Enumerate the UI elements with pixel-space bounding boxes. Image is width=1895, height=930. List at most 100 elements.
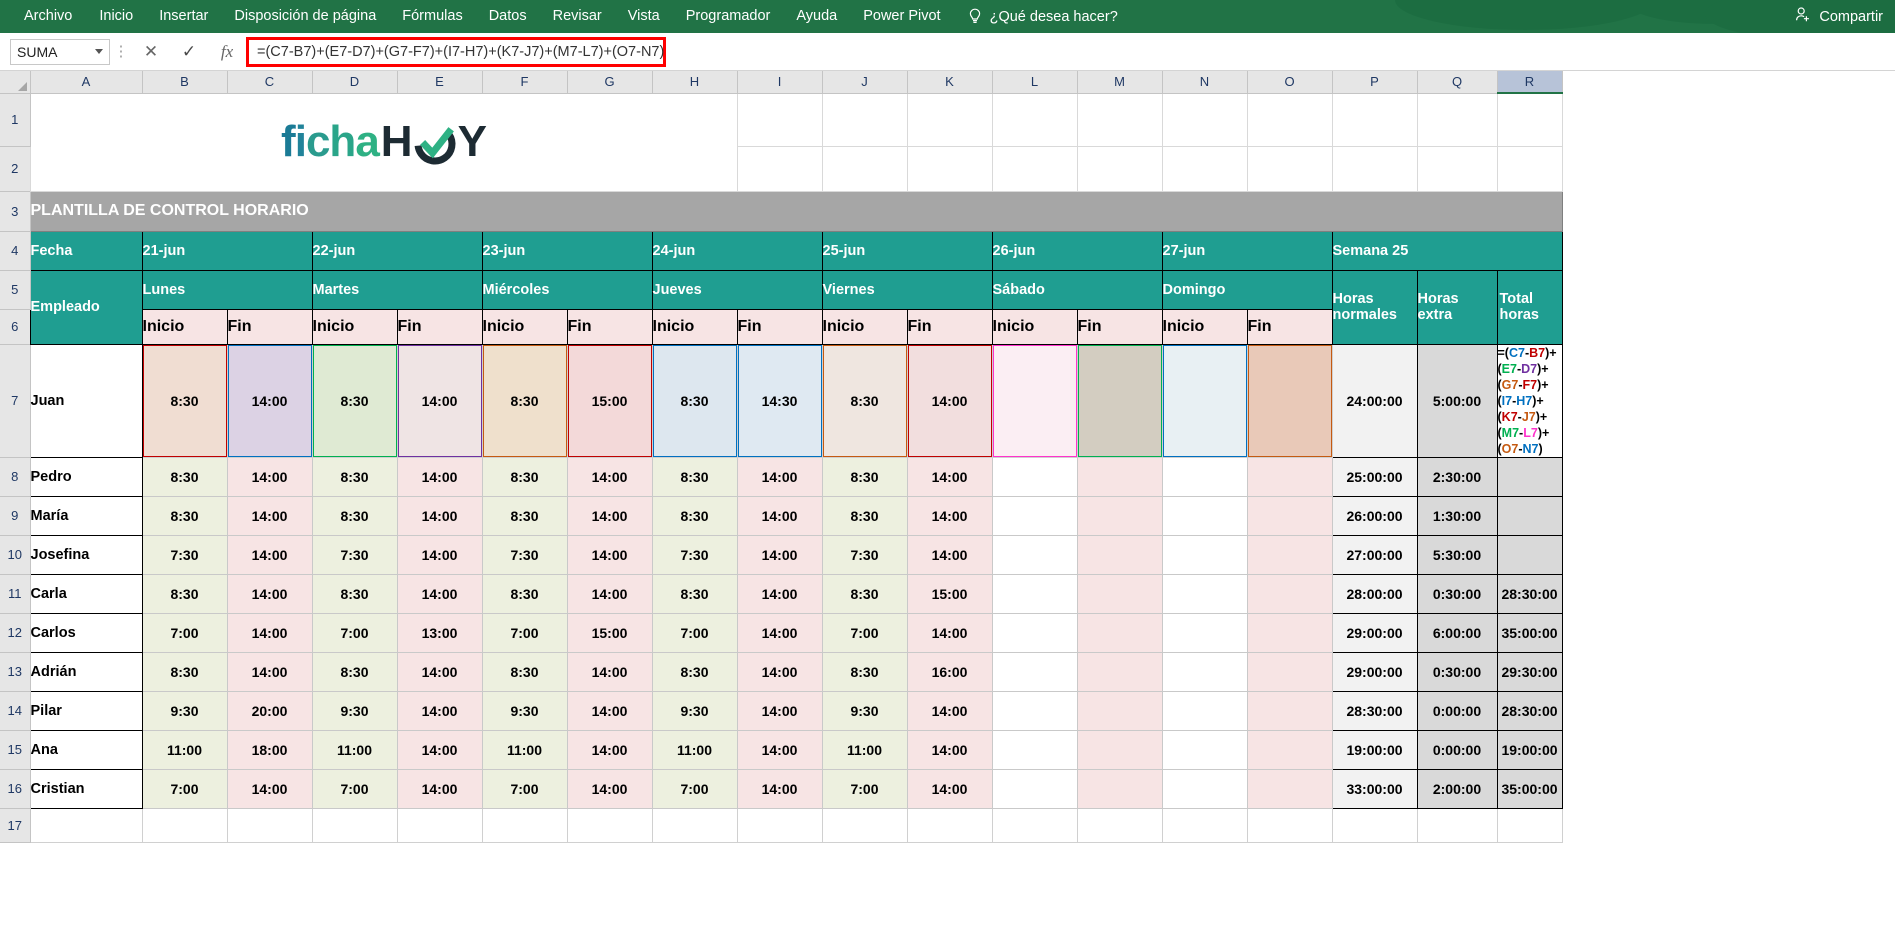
blank-cell[interactable] (1161, 807, 1248, 843)
select-all-corner[interactable] (0, 71, 31, 94)
time-cell[interactable]: 14:00 (566, 729, 653, 770)
column-header-R[interactable]: R (1497, 71, 1563, 94)
horas-normales-value[interactable]: 28:00:00 (1331, 573, 1418, 614)
row-header-5[interactable]: 5 (0, 270, 31, 310)
time-cell[interactable]: 14:00 (226, 456, 313, 497)
time-cell[interactable]: 14:00 (906, 495, 993, 536)
employee-name[interactable]: Adrián (29, 651, 143, 692)
time-cell[interactable]: 14:00 (566, 534, 653, 575)
ribbon-tab-revisar[interactable]: Revisar (540, 0, 615, 33)
blank-cell[interactable] (736, 92, 823, 147)
time-cell[interactable] (1246, 729, 1333, 770)
time-cell[interactable]: 7:30 (651, 534, 738, 575)
time-cell[interactable] (1246, 343, 1333, 458)
time-cell[interactable] (991, 573, 1078, 614)
horas-normales-value[interactable]: 25:00:00 (1331, 456, 1418, 497)
time-cell[interactable] (1076, 456, 1163, 497)
time-cell[interactable]: 14:00 (396, 573, 483, 614)
blank-cell[interactable] (1496, 807, 1563, 843)
row-header-16[interactable]: 16 (0, 769, 31, 809)
time-cell[interactable]: 7:00 (821, 768, 908, 809)
horas-extra-value[interactable]: 2:30:00 (1416, 456, 1498, 497)
time-cell[interactable]: 14:00 (226, 534, 313, 575)
horas-extra-value[interactable]: 0:30:00 (1416, 651, 1498, 692)
row-header-1[interactable]: 1 (0, 93, 31, 147)
horas-normales-value[interactable]: 27:00:00 (1331, 534, 1418, 575)
horas-normales-value[interactable]: 33:00:00 (1331, 768, 1418, 809)
time-cell[interactable]: 7:00 (651, 612, 738, 653)
time-cell[interactable]: 20:00 (226, 690, 313, 731)
column-header-K[interactable]: K (907, 71, 993, 94)
time-cell[interactable]: 7:30 (481, 534, 568, 575)
time-cell[interactable]: 11:00 (141, 729, 228, 770)
blank-cell[interactable] (1416, 92, 1498, 147)
column-header-N[interactable]: N (1162, 71, 1248, 94)
time-cell[interactable]: 8:30 (311, 343, 398, 458)
time-cell[interactable] (1246, 573, 1333, 614)
time-cell[interactable]: 14:00 (566, 690, 653, 731)
time-cell[interactable]: 8:30 (481, 343, 568, 458)
blank-cell[interactable] (311, 807, 398, 843)
time-cell[interactable]: 14:00 (736, 729, 823, 770)
row-header-7[interactable]: 7 (0, 344, 31, 458)
column-header-C[interactable]: C (227, 71, 313, 94)
time-cell[interactable]: 8:30 (651, 573, 738, 614)
time-cell[interactable]: 8:30 (821, 573, 908, 614)
blank-cell[interactable] (1076, 92, 1163, 147)
time-cell[interactable] (1161, 729, 1248, 770)
employee-name[interactable]: Juan (29, 343, 143, 458)
ribbon-tab-ayuda[interactable]: Ayuda (783, 0, 850, 33)
blank-cell[interactable] (566, 807, 653, 843)
time-cell[interactable]: 11:00 (481, 729, 568, 770)
horas-normales-value[interactable]: 19:00:00 (1331, 729, 1418, 770)
time-cell[interactable] (1161, 690, 1248, 731)
time-cell[interactable]: 7:00 (651, 768, 738, 809)
ribbon-tab-inicio[interactable]: Inicio (86, 0, 146, 33)
total-horas-value[interactable]: 29:30:00 (1496, 651, 1563, 692)
formula-input[interactable]: =(C7-B7)+(E7-D7)+(G7-F7)+(I7-H7)+(K7-J7)… (246, 36, 666, 67)
employee-name[interactable]: Pedro (29, 456, 143, 497)
time-cell[interactable]: 8:30 (311, 573, 398, 614)
time-cell[interactable] (1076, 651, 1163, 692)
ribbon-tab-disposicion-de-pagina[interactable]: Disposición de página (221, 0, 389, 33)
blank-cell[interactable] (396, 807, 483, 843)
time-cell[interactable]: 7:00 (141, 768, 228, 809)
blank-cell[interactable] (1246, 92, 1333, 147)
blank-cell[interactable] (1076, 807, 1163, 843)
ribbon-tab-archivo[interactable]: Archivo (10, 0, 86, 33)
total-horas-value[interactable]: 28:30:00 (1496, 690, 1563, 731)
total-horas-value[interactable]: 35:00:00 (1496, 768, 1563, 809)
row-header-15[interactable]: 15 (0, 730, 31, 770)
time-cell[interactable]: 9:30 (651, 690, 738, 731)
total-horas-value[interactable] (1496, 534, 1563, 575)
total-horas-value[interactable] (1496, 495, 1563, 536)
time-cell[interactable]: 13:00 (396, 612, 483, 653)
time-cell[interactable]: 7:00 (311, 612, 398, 653)
row-header-4[interactable]: 4 (0, 231, 31, 271)
blank-cell[interactable] (1416, 807, 1498, 843)
time-cell[interactable]: 9:30 (821, 690, 908, 731)
ribbon-tab-programador[interactable]: Programador (673, 0, 784, 33)
row-header-12[interactable]: 12 (0, 613, 31, 653)
horas-extra-value[interactable]: 0:00:00 (1416, 729, 1498, 770)
blank-cell[interactable] (906, 807, 993, 843)
time-cell[interactable]: 8:30 (651, 343, 738, 458)
horas-extra-value[interactable]: 0:30:00 (1416, 573, 1498, 614)
employee-name[interactable]: María (29, 495, 143, 536)
time-cell[interactable] (1246, 495, 1333, 536)
time-cell[interactable] (1246, 651, 1333, 692)
time-cell[interactable]: 14:00 (226, 612, 313, 653)
time-cell[interactable]: 14:00 (396, 651, 483, 692)
blank-cell[interactable] (481, 807, 568, 843)
time-cell[interactable] (991, 456, 1078, 497)
employee-name[interactable]: Pilar (29, 690, 143, 731)
time-cell[interactable]: 8:30 (481, 651, 568, 692)
row-header-9[interactable]: 9 (0, 496, 31, 536)
time-cell[interactable] (1161, 612, 1248, 653)
row-header-13[interactable]: 13 (0, 652, 31, 692)
blank-cell[interactable] (1331, 807, 1418, 843)
time-cell[interactable]: 8:30 (311, 495, 398, 536)
blank-cell[interactable] (1161, 145, 1248, 192)
total-horas-value[interactable] (1496, 456, 1563, 497)
time-cell[interactable]: 15:00 (566, 343, 653, 458)
